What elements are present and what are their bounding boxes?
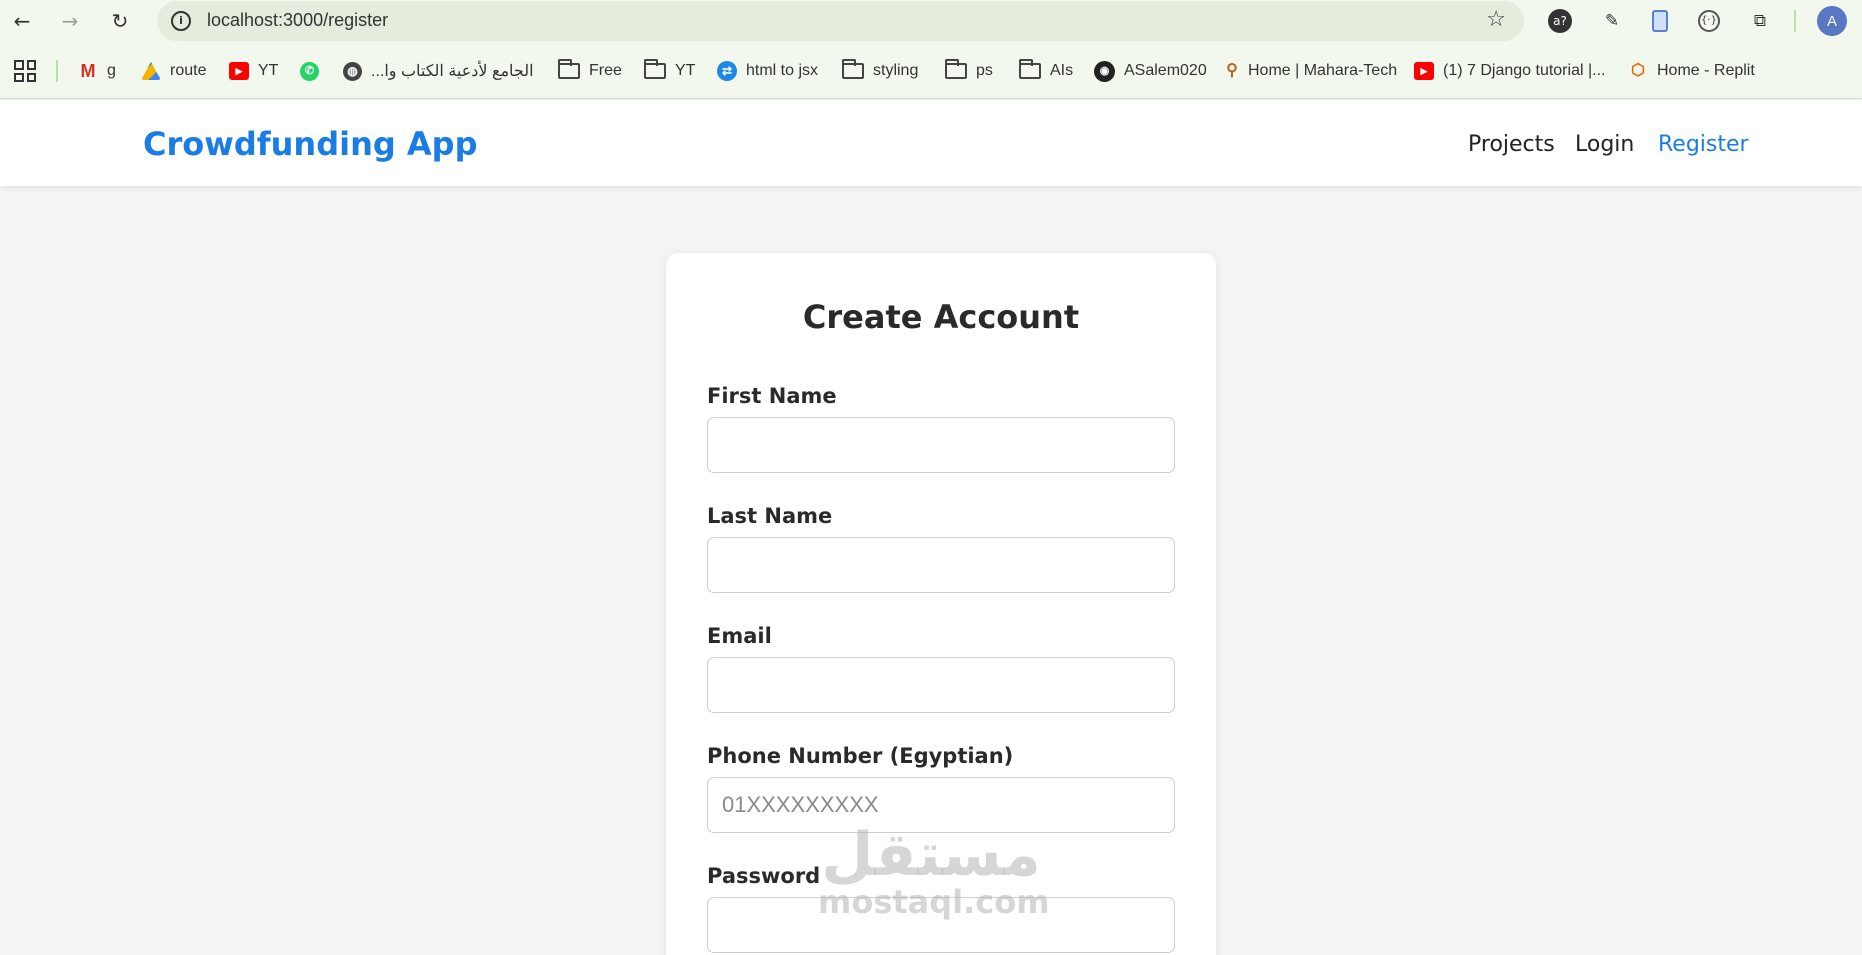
extensions-puzzle-icon[interactable]: ⧉ — [1745, 6, 1775, 36]
bookmark-django-tutorial[interactable]: ▶ (1) 7 Django tutorial |... — [1414, 59, 1605, 83]
whatsapp-icon: ✆ — [300, 61, 319, 81]
bookmark-duaa[interactable]: ◍ الجامع لأدعية الكتاب وا... — [343, 59, 534, 83]
bookmarks-divider — [56, 60, 58, 82]
last-name-input[interactable] — [707, 537, 1175, 593]
password-label: Password — [707, 864, 821, 888]
folder-icon — [644, 59, 666, 79]
bookmark-yt[interactable]: ▶ YT — [229, 59, 278, 83]
bookmark-label: YT — [258, 62, 279, 79]
bookmark-label: (1) 7 Django tutorial |... — [1443, 62, 1606, 79]
github-icon: ◉ — [1094, 60, 1115, 82]
nav-projects[interactable]: Projects — [1468, 132, 1555, 157]
back-arrow-icon[interactable]: ← — [7, 6, 37, 36]
bookmark-star-icon[interactable]: ☆ — [1486, 7, 1506, 32]
page-title: Create Account — [802, 298, 1080, 336]
replit-icon: ⬡ — [1631, 62, 1645, 79]
youtube-icon: ▶ — [229, 62, 249, 80]
bookmark-label: styling — [873, 62, 919, 79]
email-label: Email — [707, 624, 772, 648]
forward-arrow-icon[interactable]: → — [55, 6, 85, 36]
transform-icon: ⇄ — [717, 61, 737, 81]
folder-icon — [945, 59, 967, 79]
bookmark-label: YT — [675, 62, 696, 79]
reload-icon[interactable]: ↻ — [105, 6, 135, 36]
profile-avatar[interactable]: A — [1817, 6, 1847, 36]
bookmark-folder-ais[interactable]: AIs — [1019, 59, 1073, 83]
mahara-icon: ⚲ — [1226, 62, 1238, 79]
nav-register[interactable]: Register — [1658, 132, 1749, 157]
bookmark-route[interactable]: route — [141, 59, 206, 83]
bookmark-label: Home - Replit — [1657, 62, 1755, 79]
bookmark-html-to-jsx[interactable]: ⇄ html to jsx — [717, 59, 818, 83]
first-name-label: First Name — [707, 384, 837, 408]
apps-grid-icon[interactable] — [14, 60, 36, 82]
bookmark-folder-ps[interactable]: ps — [945, 59, 993, 83]
app-navbar: Crowdfunding App Projects Login Register — [0, 100, 1862, 186]
address-bar[interactable]: i localhost:3000/register ☆ — [157, 1, 1524, 41]
email-input[interactable] — [707, 657, 1175, 713]
color-picker-icon[interactable]: ✎ — [1597, 6, 1627, 36]
first-name-input[interactable] — [707, 417, 1175, 473]
browser-toolbar: ← → ↻ i localhost:3000/register ☆ a? ✎ {… — [0, 0, 1862, 42]
globe-icon: ◍ — [343, 61, 362, 81]
extension-code-icon[interactable]: {·} — [1694, 6, 1724, 36]
bookmark-replit[interactable]: ⬡ Home - Replit — [1628, 59, 1755, 83]
folder-icon — [1019, 59, 1041, 79]
watermark: مستقل mostaql.com — [818, 820, 1050, 921]
bookmarks-bar: M g route ▶ YT ✆ ◍ الجامع لأدعية الكتاب … — [0, 42, 1862, 99]
bookmark-label: الجامع لأدعية الكتاب وا... — [371, 63, 534, 80]
bookmark-label: Home | Mahara-Tech — [1248, 62, 1398, 79]
phone-label: Phone Number (Egyptian) — [707, 744, 1014, 768]
watermark-latin: mostaql.com — [818, 883, 1050, 921]
folder-icon — [842, 59, 864, 79]
bookmark-label: AIs — [1050, 62, 1074, 79]
bookmark-label: ps — [976, 62, 993, 79]
site-info-icon[interactable]: i — [171, 11, 191, 31]
bookmark-label: html to jsx — [746, 62, 819, 79]
watermark-arabic: مستقل — [821, 820, 1041, 890]
extension-phone-icon[interactable] — [1645, 6, 1675, 36]
last-name-label: Last Name — [707, 504, 833, 528]
bookmark-label: route — [170, 62, 207, 79]
folder-icon — [558, 59, 580, 79]
gmail-icon: M — [80, 61, 96, 81]
drive-icon — [141, 62, 161, 80]
bookmark-mahara-tech[interactable]: ⚲ Home | Mahara-Tech — [1225, 59, 1397, 83]
bookmark-whatsapp[interactable]: ✆ — [300, 59, 319, 83]
youtube-icon: ▶ — [1414, 62, 1434, 80]
bookmark-folder-yt[interactable]: YT — [644, 59, 695, 83]
toolbar-divider — [1794, 10, 1796, 32]
extension-translate-icon[interactable]: a? — [1545, 6, 1575, 36]
nav-login[interactable]: Login — [1575, 132, 1634, 157]
url-text[interactable]: localhost:3000/register — [207, 10, 388, 31]
brand-logo[interactable]: Crowdfunding App — [143, 125, 477, 163]
bookmark-github[interactable]: ◉ ASalem020 — [1094, 59, 1207, 83]
bookmark-folder-styling[interactable]: styling — [842, 59, 918, 83]
bookmark-label: Free — [589, 62, 622, 79]
bookmark-label: ASalem020 — [1124, 62, 1207, 79]
bookmark-label: g — [107, 62, 116, 79]
bookmark-folder-free[interactable]: Free — [558, 59, 622, 83]
bookmark-gmail[interactable]: M g — [78, 59, 116, 83]
